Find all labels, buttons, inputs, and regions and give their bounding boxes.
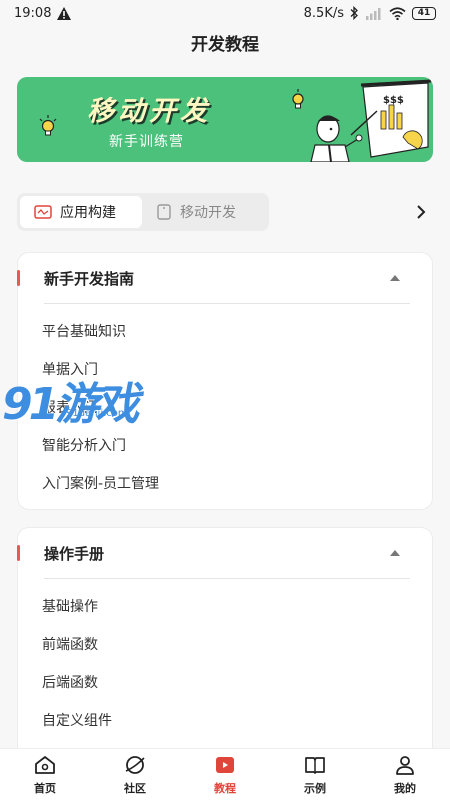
monitor-icon — [34, 205, 52, 219]
list-item[interactable]: 前端函数 — [18, 625, 432, 663]
list-item[interactable]: 后端函数 — [18, 663, 432, 701]
list-item[interactable]: 报表入门 — [18, 388, 432, 426]
bluetooth-icon — [350, 6, 358, 20]
battery-indicator: 41 — [412, 6, 436, 20]
nav-label: 教程 — [214, 782, 236, 795]
accent-bar — [17, 270, 20, 286]
section-card-manual: 操作手册 基础操作 前端函数 后端函数 自定义组件 — [17, 527, 433, 767]
teacher-illustration-icon: $$$ — [292, 79, 432, 162]
section-header[interactable]: 操作手册 — [17, 528, 432, 578]
nav-tutorial[interactable]: 教程 — [180, 749, 270, 800]
nav-examples[interactable]: 示例 — [270, 749, 360, 800]
section-card-guide: 新手开发指南 平台基础知识 单据入门 报表入门 智能分析入门 入门案例-员工管理 — [17, 252, 433, 510]
nav-community[interactable]: 社区 — [90, 749, 180, 800]
chevron-up-icon[interactable] — [390, 550, 400, 556]
banner-title: 移动开发 — [87, 96, 211, 127]
list-item[interactable]: 平台基础知识 — [18, 312, 432, 350]
tab-app-build[interactable]: 应用构建 — [20, 196, 142, 228]
warning-icon — [57, 6, 72, 20]
list-item[interactable]: 基础操作 — [18, 587, 432, 625]
nav-home[interactable]: 首页 — [0, 749, 90, 800]
signal-icon — [366, 7, 381, 20]
nav-label: 示例 — [304, 782, 326, 795]
status-bar: 19:08 8.5K/s 41 — [0, 0, 450, 26]
list-item[interactable]: 入门案例-员工管理 — [18, 464, 432, 502]
banner-subtitle: 新手训练营 — [109, 134, 184, 150]
page-title: 开发教程 — [191, 35, 259, 55]
tab-bar: 应用构建 移动开发 — [17, 193, 269, 231]
planet-icon — [125, 756, 145, 774]
chevron-right-icon[interactable] — [414, 203, 428, 221]
list-item[interactable]: 单据入门 — [18, 350, 432, 388]
nav-profile[interactable]: 我的 — [360, 749, 450, 800]
nav-label: 首页 — [34, 782, 56, 795]
video-icon — [216, 757, 234, 773]
tab-label: 移动开发 — [180, 205, 236, 221]
list-item[interactable]: 自定义组件 — [18, 701, 432, 739]
status-time: 19:08 — [14, 5, 52, 21]
chevron-up-icon[interactable] — [390, 275, 400, 281]
bottom-nav: 首页 社区 教程 示例 我的 — [0, 748, 450, 800]
app-screen: 19:08 8.5K/s 41 开发教程 移动开发 新手训练营 $$$ 应用构建… — [0, 0, 450, 800]
book-icon — [305, 757, 325, 774]
section-title: 操作手册 — [44, 544, 105, 563]
section-header[interactable]: 新手开发指南 — [17, 253, 432, 303]
user-icon — [396, 756, 414, 775]
home-icon — [35, 756, 55, 774]
svg-text:$$$: $$$ — [383, 95, 404, 106]
network-speed: 8.5K/s — [303, 5, 344, 21]
promo-banner[interactable]: 移动开发 新手训练营 $$$ — [17, 77, 433, 162]
tab-mobile-dev[interactable]: 移动开发 — [142, 196, 250, 228]
section-title: 新手开发指南 — [44, 269, 135, 288]
lightbulb-icon — [39, 115, 57, 136]
list-item[interactable]: 智能分析入门 — [18, 426, 432, 464]
nav-label: 社区 — [124, 782, 146, 795]
wifi-icon — [389, 6, 406, 20]
tablet-icon — [157, 204, 171, 220]
accent-bar — [17, 545, 20, 561]
nav-label: 我的 — [394, 782, 416, 795]
tab-label: 应用构建 — [60, 205, 116, 221]
